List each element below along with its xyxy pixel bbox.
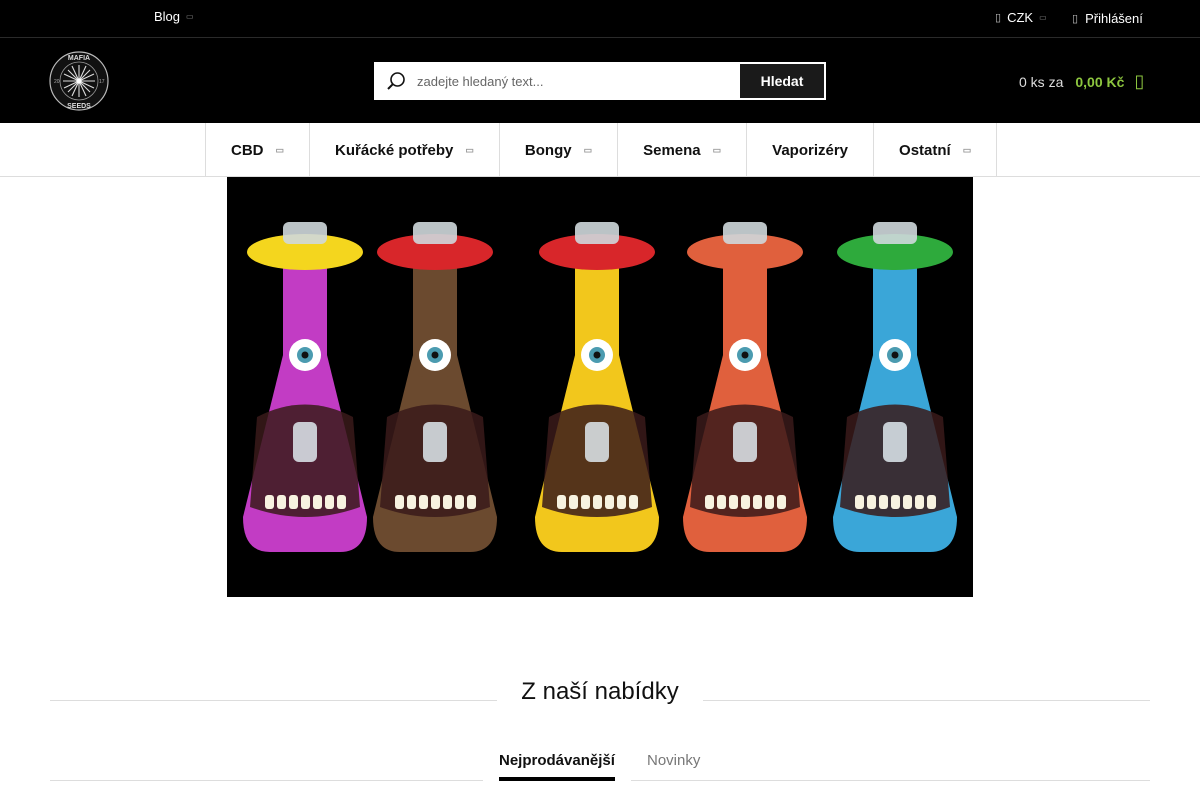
chevron-down-icon: ▭ bbox=[186, 12, 194, 21]
chevron-down-icon: ▭ bbox=[1039, 13, 1047, 22]
tabs-divider-right bbox=[631, 780, 1150, 781]
search-bar: Hledat bbox=[374, 62, 826, 100]
logo-text-bottom: SEEDS bbox=[67, 103, 91, 110]
nav-item-vaporizéry[interactable]: Vaporizéry bbox=[747, 123, 875, 177]
chevron-down-icon: ▭ bbox=[275, 144, 285, 155]
nav-item-cbd[interactable]: CBD ▭ bbox=[206, 123, 311, 177]
login-label: Přihlášení bbox=[1085, 11, 1143, 26]
logo-year-right: 17 bbox=[99, 79, 105, 85]
bong-illustration bbox=[683, 222, 807, 552]
active-tab-indicator bbox=[499, 777, 615, 781]
site-logo[interactable]: MAFIA SEEDS 20 17 bbox=[49, 51, 109, 111]
nav-item-bongy[interactable]: Bongy ▭ bbox=[500, 123, 619, 177]
currency-icon: ▯ bbox=[995, 12, 1002, 24]
nav-item-label: CBD bbox=[231, 141, 264, 159]
blog-menu[interactable]: Blog ▭ bbox=[154, 9, 194, 24]
search-button[interactable]: Hledat bbox=[740, 64, 824, 98]
nav-item-label: Vaporizéry bbox=[772, 141, 849, 159]
nav-item-ostatní[interactable]: Ostatní ▭ bbox=[874, 123, 998, 177]
chevron-down-icon: ▭ bbox=[712, 144, 722, 155]
hero-banner[interactable] bbox=[227, 177, 973, 597]
bong-illustration bbox=[243, 222, 367, 552]
bong-illustration bbox=[833, 222, 957, 552]
user-icon: ▯ bbox=[1072, 13, 1079, 25]
tab-label: Nejprodávanější bbox=[499, 752, 615, 769]
nav-item-label: Kuřácké potřeby bbox=[335, 141, 454, 159]
section-title: Z naší nabídky bbox=[521, 678, 679, 705]
nav-item-kuřácké-potřeby[interactable]: Kuřácké potřeby ▭ bbox=[310, 123, 500, 177]
chevron-down-icon: ▭ bbox=[465, 144, 474, 155]
currency-label: CZK bbox=[1007, 10, 1034, 25]
search-input[interactable] bbox=[417, 63, 740, 99]
cart-count: 0 ks za bbox=[1019, 73, 1064, 90]
bong-illustration bbox=[373, 222, 497, 552]
nav-item-semena[interactable]: Semena ▭ bbox=[618, 123, 748, 177]
tabs-divider-left bbox=[50, 780, 483, 781]
cart-icon: ▯ bbox=[1134, 71, 1145, 91]
tab-bestsellers[interactable]: Nejprodávanější bbox=[499, 752, 615, 781]
cart-summary[interactable]: 0 ks za 0,00 Kč ▯ bbox=[1019, 71, 1144, 92]
logo-image: MAFIA SEEDS 20 17 bbox=[49, 51, 109, 111]
bong-illustration bbox=[535, 222, 659, 552]
product-tabs: Nejprodávanější Novinky bbox=[50, 748, 1150, 782]
main-navigation: CBD ▭ Kuřácké potřeby ▭ Bongy ▭ Semena ▭ Vaporiz… bbox=[0, 123, 1200, 177]
login-link[interactable]: ▯ Přihlášení bbox=[1072, 11, 1143, 26]
chevron-down-icon: ▭ bbox=[583, 144, 593, 155]
site-header: MAFIA SEEDS 20 17 Hledat 0 ks za 0,00 Kč… bbox=[0, 38, 1200, 123]
section-heading: Z naší nabídky bbox=[50, 678, 1150, 708]
banner-image bbox=[243, 222, 957, 552]
chevron-down-icon: ▭ bbox=[962, 144, 972, 155]
nav-list: CBD ▭ Kuřácké potřeby ▭ Bongy ▭ Semena ▭ Vaporiz… bbox=[205, 123, 998, 177]
nav-item-label: Bongy bbox=[524, 141, 572, 159]
cart-price: 0,00 Kč bbox=[1075, 73, 1125, 90]
top-bar: Blog ▭ ▯ CZK ▭ ▯ Přihlášení bbox=[0, 0, 1200, 38]
nav-item-label: Semena bbox=[643, 141, 701, 159]
blog-label: Blog bbox=[154, 9, 181, 24]
search-icon bbox=[375, 63, 417, 99]
logo-text-top: MAFIA bbox=[68, 55, 90, 62]
logo-year-left: 20 bbox=[54, 79, 60, 85]
currency-selector[interactable]: ▯ CZK ▭ bbox=[995, 10, 1047, 25]
tab-label: Novinky bbox=[647, 752, 701, 769]
tab-new-products[interactable]: Novinky bbox=[647, 752, 700, 769]
nav-item-label: Ostatní bbox=[899, 141, 951, 159]
